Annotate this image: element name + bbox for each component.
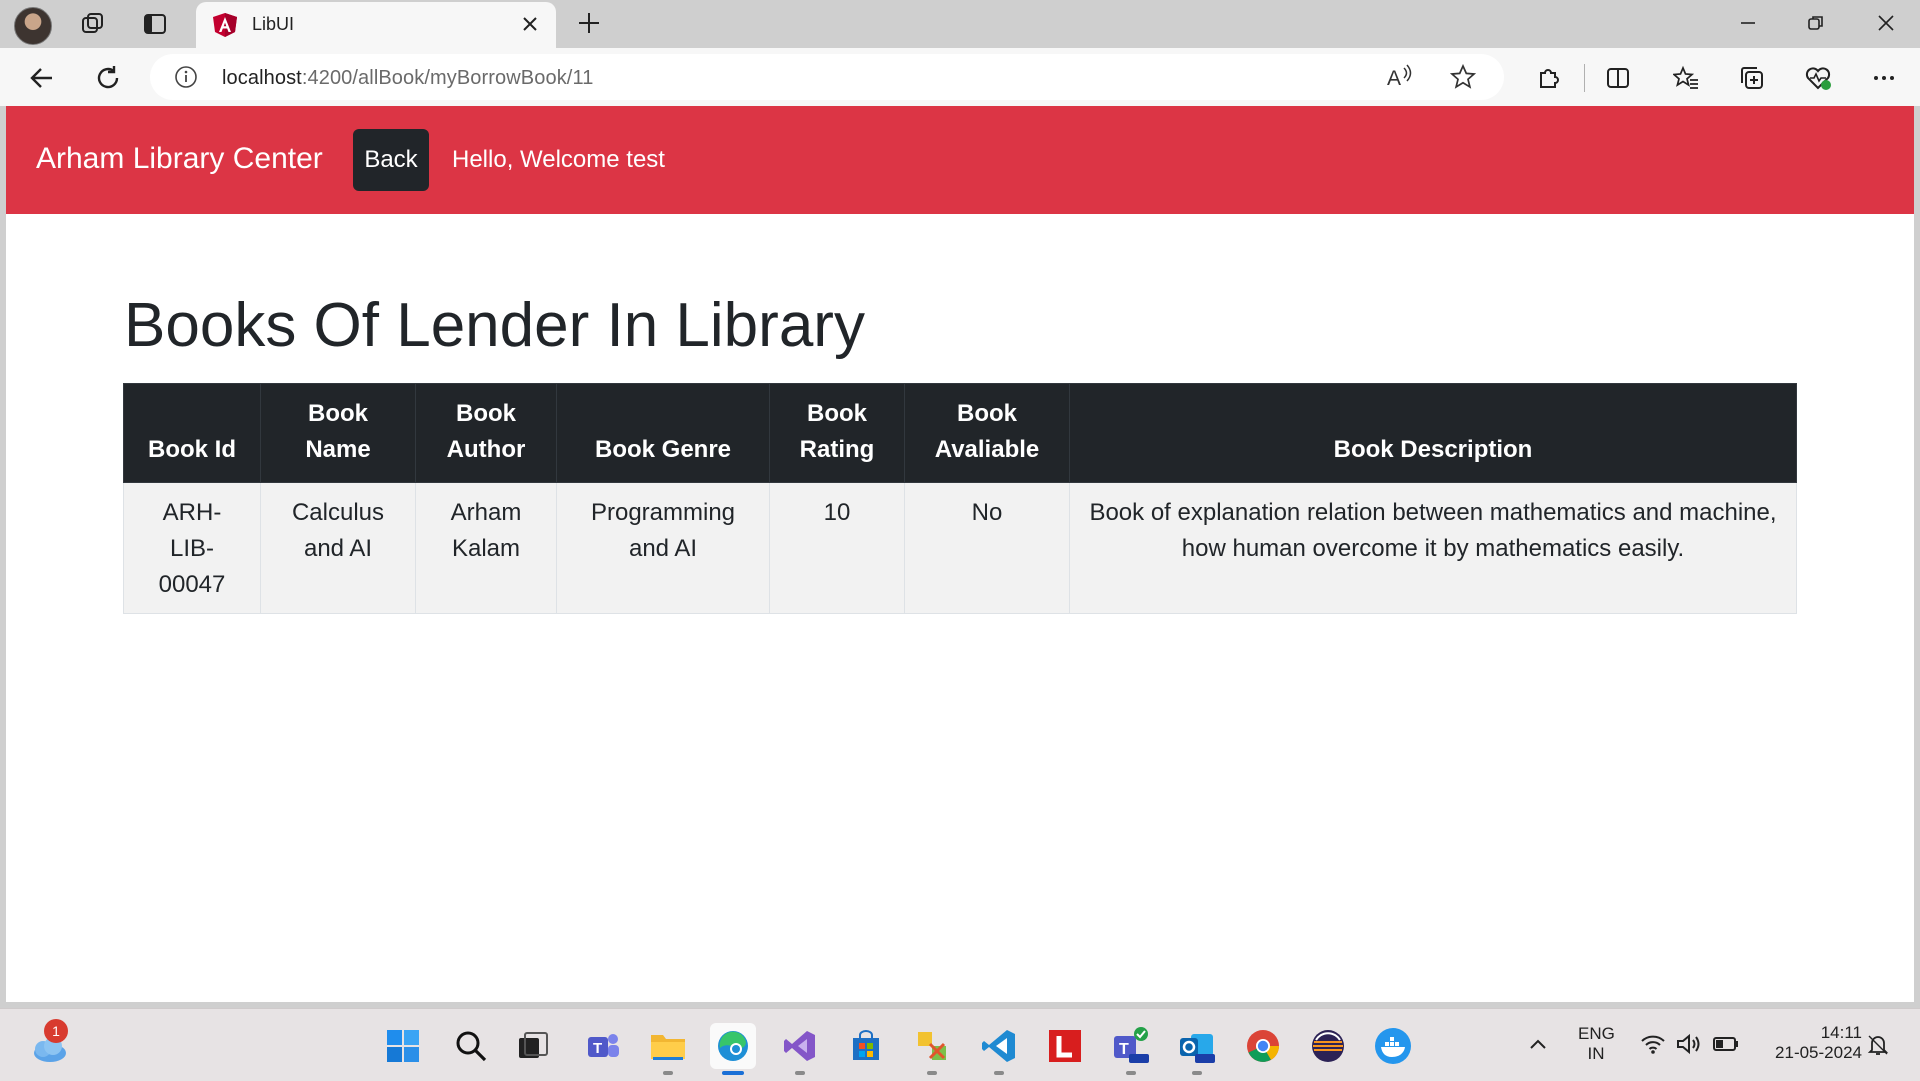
active-indicator — [722, 1071, 744, 1075]
volume-icon[interactable] — [1675, 1033, 1703, 1060]
read-aloud-icon[interactable]: A — [1386, 64, 1414, 95]
header-book-name: Book Name — [260, 383, 416, 483]
outlook-new-icon[interactable] — [1174, 1023, 1220, 1075]
svg-text:A: A — [1387, 67, 1401, 90]
favorite-star-icon[interactable] — [1449, 63, 1477, 95]
cell-book-name: Calculus and AI — [260, 482, 416, 614]
close-window-icon[interactable] — [1866, 8, 1906, 38]
books-table: Book Id Book Name Book Author Book Genre… — [123, 383, 1797, 614]
utility-app-icon[interactable] — [909, 1023, 955, 1075]
language-indicator[interactable]: ENG IN — [1578, 1024, 1615, 1064]
page-title: Books Of Lender In Library — [124, 291, 865, 360]
chrome-icon[interactable] — [1240, 1023, 1286, 1069]
page-viewport: Arham Library Center Back Hello, Welcome… — [6, 106, 1914, 1002]
running-indicator — [994, 1071, 1004, 1075]
language-code: ENG — [1578, 1024, 1615, 1043]
visual-studio-icon[interactable] — [777, 1023, 823, 1075]
region-code: IN — [1587, 1044, 1605, 1063]
header-book-genre: Book Genre — [556, 383, 770, 483]
docker-icon[interactable] — [1370, 1023, 1416, 1069]
workspaces-icon[interactable] — [78, 10, 108, 38]
notification-badge: 1 — [44, 1019, 68, 1043]
windows-taskbar: 1 T T ENG IN 14:11 21-05-2024 — [0, 1008, 1920, 1081]
running-indicator — [1192, 1071, 1202, 1075]
cell-book-available: No — [904, 482, 1070, 614]
restore-icon[interactable] — [1796, 8, 1836, 38]
edge-browser-icon[interactable] — [710, 1023, 756, 1075]
teams-chat-icon[interactable]: T — [580, 1023, 626, 1069]
running-indicator — [1126, 1071, 1136, 1075]
tab-actions-icon[interactable] — [140, 10, 170, 38]
cell-book-description: Book of explanation relation between mat… — [1069, 482, 1797, 614]
header-book-available: Book Avaliable — [904, 383, 1070, 483]
browser-toolbar: localhost:4200/allBook/myBorrowBook/11 A — [0, 48, 1920, 106]
header-book-rating: Book Rating — [769, 383, 905, 483]
header-book-id: Book Id — [123, 383, 261, 483]
running-indicator — [795, 1071, 805, 1075]
welcome-text: Hello, Welcome test — [452, 146, 665, 173]
app-navbar: Arham Library Center Back Hello, Welcome… — [6, 106, 1914, 214]
back-button[interactable]: Back — [353, 129, 429, 191]
tab-title: LibUI — [252, 14, 295, 34]
extensions-icon[interactable] — [1530, 60, 1566, 96]
search-icon[interactable] — [448, 1023, 494, 1069]
active-tab[interactable]: LibUI — [196, 2, 556, 48]
microsoft-store-icon[interactable] — [843, 1023, 889, 1069]
angular-favicon — [212, 12, 238, 38]
clock[interactable]: 14:11 21-05-2024 — [1752, 1023, 1862, 1063]
battery-icon[interactable] — [1712, 1035, 1740, 1058]
url-path: :4200/allBook/myBorrowBook/11 — [301, 67, 594, 89]
notification-bell-icon[interactable] — [1866, 1033, 1890, 1062]
collections-icon[interactable] — [1734, 60, 1770, 96]
url-host: localhost — [222, 67, 302, 89]
table-row: ARH-LIB-00047 Calculus and AI Arham Kala… — [123, 482, 1797, 614]
vscode-icon[interactable] — [976, 1023, 1022, 1075]
wifi-icon[interactable] — [1640, 1033, 1666, 1060]
split-screen-icon[interactable] — [1600, 60, 1636, 96]
running-indicator — [663, 1071, 673, 1075]
clock-time: 14:11 — [1820, 1023, 1862, 1042]
browser-essentials-icon[interactable] — [1800, 60, 1836, 96]
clock-date: 21-05-2024 — [1775, 1043, 1862, 1062]
profile-avatar[interactable] — [14, 7, 52, 45]
task-view-icon[interactable] — [510, 1023, 556, 1069]
new-tab-icon[interactable] — [574, 8, 604, 38]
windows-start-icon[interactable] — [380, 1023, 426, 1069]
url-text: localhost:4200/allBook/myBorrowBook/11 — [222, 67, 593, 90]
navbar-brand[interactable]: Arham Library Center — [36, 142, 323, 176]
address-bar[interactable]: localhost:4200/allBook/myBorrowBook/11 A — [150, 54, 1504, 100]
minimize-icon[interactable] — [1728, 8, 1768, 38]
browser-tab-strip: LibUI — [0, 0, 1920, 48]
cell-book-author: Arham Kalam — [415, 482, 557, 614]
header-book-author: Book Author — [415, 383, 557, 483]
site-info-icon[interactable] — [174, 65, 198, 94]
back-arrow-icon[interactable] — [24, 60, 60, 96]
favorites-icon[interactable] — [1668, 60, 1704, 96]
svg-text:T: T — [593, 1040, 602, 1057]
teams-new-icon[interactable]: T — [1108, 1023, 1154, 1075]
eclipse-icon[interactable] — [1305, 1023, 1351, 1069]
chevron-up-icon[interactable] — [1528, 1035, 1548, 1060]
close-tab-icon[interactable] — [518, 12, 542, 36]
toolbar-divider — [1584, 64, 1585, 92]
refresh-icon[interactable] — [90, 60, 126, 96]
file-explorer-icon[interactable] — [645, 1023, 691, 1075]
table-header-row: Book Id Book Name Book Author Book Genre… — [123, 383, 1797, 483]
header-book-description: Book Description — [1069, 383, 1797, 483]
cell-book-genre: Programming and AI — [556, 482, 770, 614]
running-indicator — [927, 1071, 937, 1075]
l-app-icon[interactable] — [1042, 1023, 1088, 1069]
cell-book-id: ARH-LIB-00047 — [123, 482, 261, 614]
cell-book-rating: 10 — [769, 482, 905, 614]
more-menu-icon[interactable] — [1866, 60, 1902, 96]
svg-text:T: T — [1119, 1041, 1129, 1058]
